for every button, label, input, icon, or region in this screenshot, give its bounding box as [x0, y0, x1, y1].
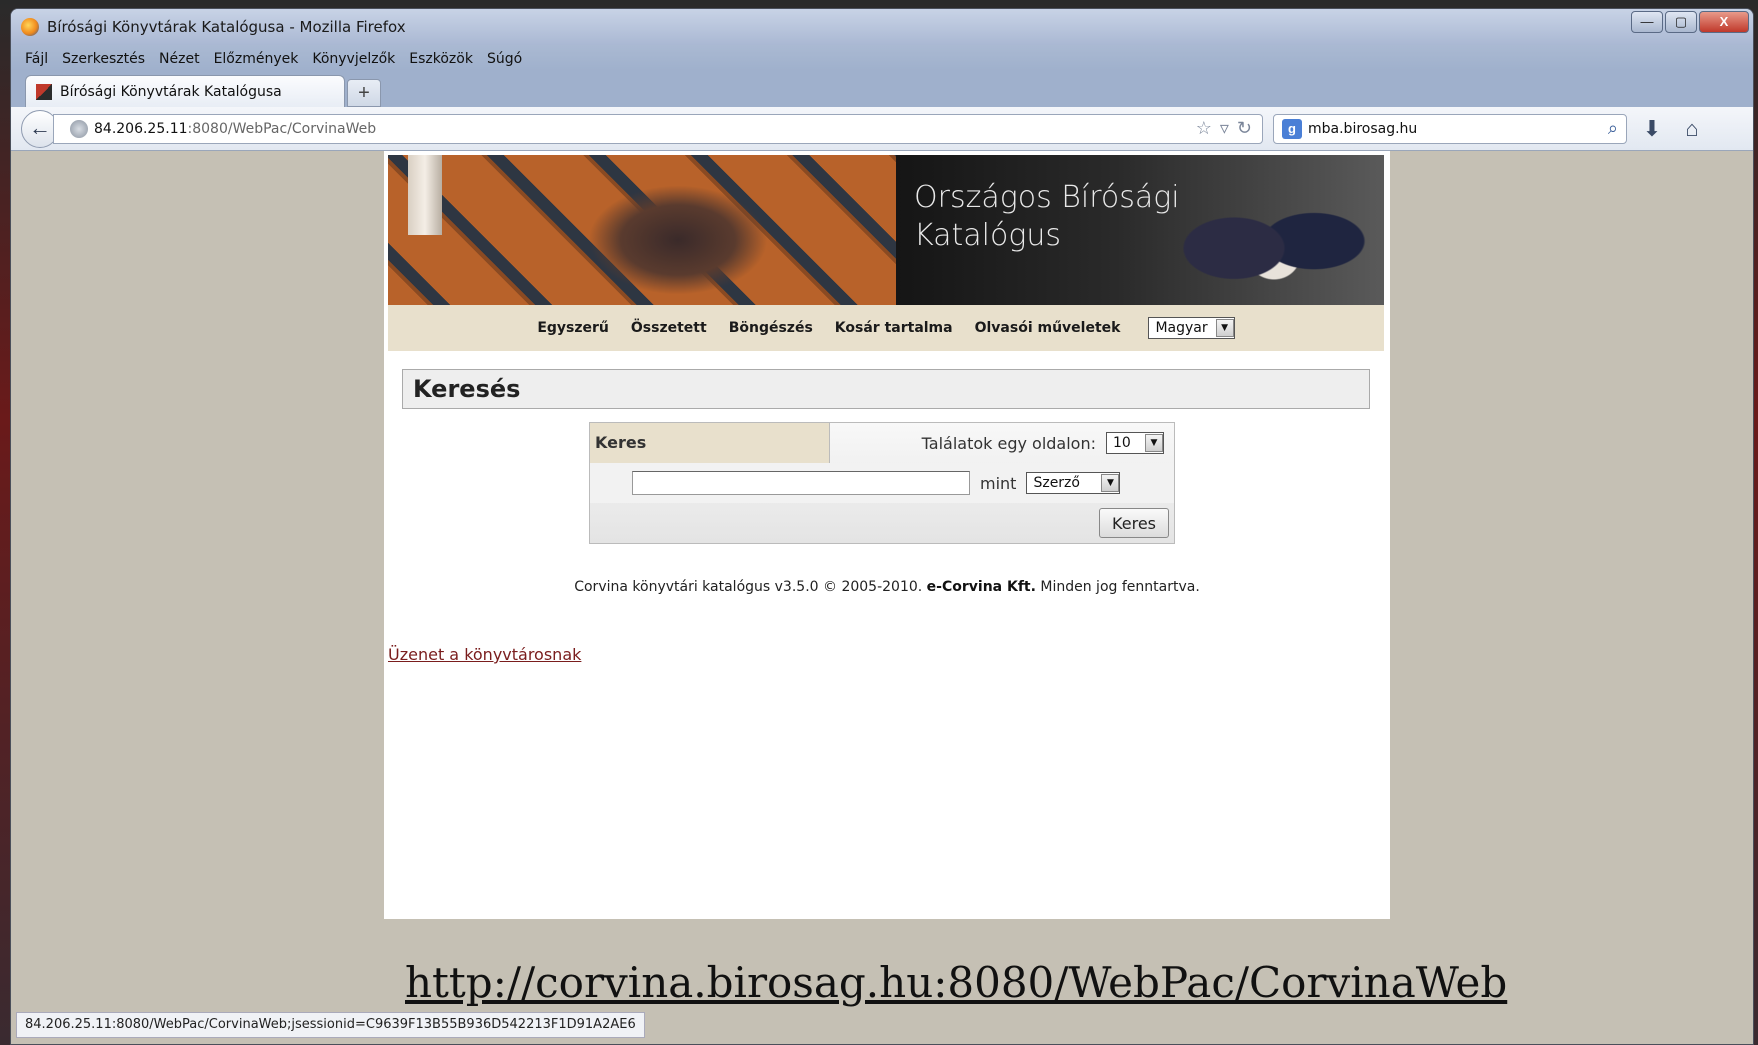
maximize-button[interactable]: ▢: [1665, 11, 1697, 33]
footer-prefix: Corvina könyvtári katalógus v3.5.0 © 200…: [574, 579, 923, 595]
search-tab[interactable]: Keres: [590, 423, 830, 463]
menu-history[interactable]: Előzmények: [214, 51, 299, 67]
banner-photo-students: [388, 155, 896, 305]
address-bar[interactable]: 84.206.25.11 :8080/WebPac/CorvinaWeb ☆ ▿…: [53, 113, 1263, 144]
menu-file[interactable]: Fájl: [25, 51, 48, 67]
window-controls: — ▢ X: [1631, 11, 1749, 33]
chevron-down-icon: ▼: [1101, 474, 1120, 492]
new-tab-button[interactable]: +: [347, 79, 381, 107]
tab-active[interactable]: Bírósági Könyvtárak Katalógusa: [25, 75, 345, 107]
url-path: :8080/WebPac/CorvinaWeb: [187, 120, 377, 137]
mint-label: mint: [980, 473, 1017, 493]
search-input[interactable]: [632, 471, 970, 495]
language-value: Magyar: [1155, 320, 1208, 336]
catalog-nav: Egyszerű Összetett Böngészés Kosár tarta…: [388, 305, 1384, 351]
title-bar: Bírósági Könyvtárak Katalógusa - Mozilla…: [11, 9, 1753, 45]
tab-bar: Bírósági Könyvtárak Katalógusa +: [11, 73, 1753, 107]
web-page: Országos Bírósági Katalógus Egyszerű Öss…: [384, 151, 1390, 919]
menu-tools[interactable]: Eszközök: [409, 51, 473, 67]
chevron-down-icon: ▼: [1145, 434, 1163, 452]
banner-title-line2: Katalógus: [914, 218, 1062, 253]
banner-title-line1: Országos Bírósági: [914, 180, 1180, 215]
browser-content: Országos Bírósági Katalógus Egyszerű Öss…: [11, 151, 1753, 1044]
per-page-group: Találatok egy oldalon: 10 ▼: [830, 423, 1174, 463]
bookmark-star-icon[interactable]: ☆: [1196, 118, 1212, 139]
nav-reader[interactable]: Olvasói műveletek: [975, 320, 1121, 336]
navigation-toolbar: ← 84.206.25.11 :8080/WebPac/CorvinaWeb ☆…: [11, 107, 1753, 151]
search-bar-value: mba.birosag.hu: [1308, 120, 1418, 137]
window-title: Bírósági Könyvtárak Katalógusa - Mozilla…: [47, 18, 406, 36]
menu-edit[interactable]: Szerkesztés: [62, 51, 145, 67]
magnifier-icon[interactable]: ⌕: [1608, 118, 1618, 139]
menu-bar: Fájl Szerkesztés Nézet Előzmények Könyvj…: [11, 45, 1753, 73]
per-page-select[interactable]: 10 ▼: [1106, 432, 1164, 454]
nav-advanced[interactable]: Összetett: [631, 320, 707, 336]
url-tools: ☆ ▿ ↻: [1196, 118, 1262, 139]
menu-bookmarks[interactable]: Könyvjelzők: [312, 51, 395, 67]
banner-title: Országos Bírósági Katalógus: [914, 179, 1180, 255]
per-page-label: Találatok egy oldalon:: [921, 433, 1096, 453]
nav-simple[interactable]: Egyszerű: [537, 320, 609, 336]
nav-basket[interactable]: Kosár tartalma: [835, 320, 953, 336]
firefox-logo-icon: [21, 18, 39, 36]
status-bar: 84.206.25.11:8080/WebPac/CorvinaWeb;jses…: [16, 1012, 645, 1038]
field-select[interactable]: Szerző ▼: [1026, 472, 1121, 494]
search-submit-row: Keres: [590, 503, 1174, 543]
graduates-photo: [1174, 163, 1374, 305]
browser-window: Bírósági Könyvtárak Katalógusa - Mozilla…: [10, 8, 1754, 1045]
search-submit-button[interactable]: Keres: [1099, 508, 1169, 538]
footer-company: e-Corvina Kft.: [926, 579, 1036, 595]
search-form-header: Keres Találatok egy oldalon: 10 ▼: [590, 423, 1174, 463]
language-select[interactable]: Magyar ▼: [1148, 317, 1235, 339]
close-button[interactable]: X: [1699, 11, 1749, 33]
tab-label: Bírósági Könyvtárak Katalógusa: [60, 83, 282, 100]
message-librarian-link[interactable]: Üzenet a könyvtárosnak: [388, 645, 581, 664]
back-arrow-icon: ←: [29, 114, 51, 140]
chevron-down-icon: ▼: [1215, 319, 1234, 337]
overlay-url-caption: http://corvina.birosag.hu:8080/WebPac/Co…: [405, 958, 1508, 1007]
search-query-row: mint Szerző ▼: [590, 463, 1174, 503]
nav-browse[interactable]: Böngészés: [729, 320, 813, 336]
students-photo: [588, 185, 768, 295]
page-title: Keresés: [402, 369, 1370, 409]
download-icon[interactable]: ⬇: [1637, 116, 1667, 142]
footer-copyright: Corvina könyvtári katalógus v3.5.0 © 200…: [384, 579, 1390, 595]
site-favicon-icon: [36, 83, 52, 100]
menu-view[interactable]: Nézet: [159, 51, 200, 67]
footer-suffix: Minden jog fenntartva.: [1040, 579, 1200, 595]
globe-icon: [70, 119, 88, 138]
menu-help[interactable]: Súgó: [487, 51, 522, 67]
header-banner: Országos Bírósági Katalógus: [388, 155, 1384, 305]
home-icon[interactable]: ⌂: [1677, 116, 1707, 142]
url-host: 84.206.25.11: [94, 120, 188, 137]
search-bar[interactable]: g mba.birosag.hu ⌕: [1273, 113, 1627, 144]
search-engine-icon[interactable]: g: [1282, 118, 1302, 139]
search-form: Keres Találatok egy oldalon: 10 ▼ mint S…: [589, 422, 1175, 544]
per-page-value: 10: [1113, 435, 1131, 451]
banner-title-area: Országos Bírósági Katalógus: [896, 155, 1384, 305]
field-value: Szerző: [1033, 475, 1080, 491]
reload-icon[interactable]: ↻: [1237, 118, 1252, 139]
dropdown-icon[interactable]: ▿: [1220, 118, 1229, 139]
minimize-button[interactable]: —: [1631, 11, 1663, 33]
